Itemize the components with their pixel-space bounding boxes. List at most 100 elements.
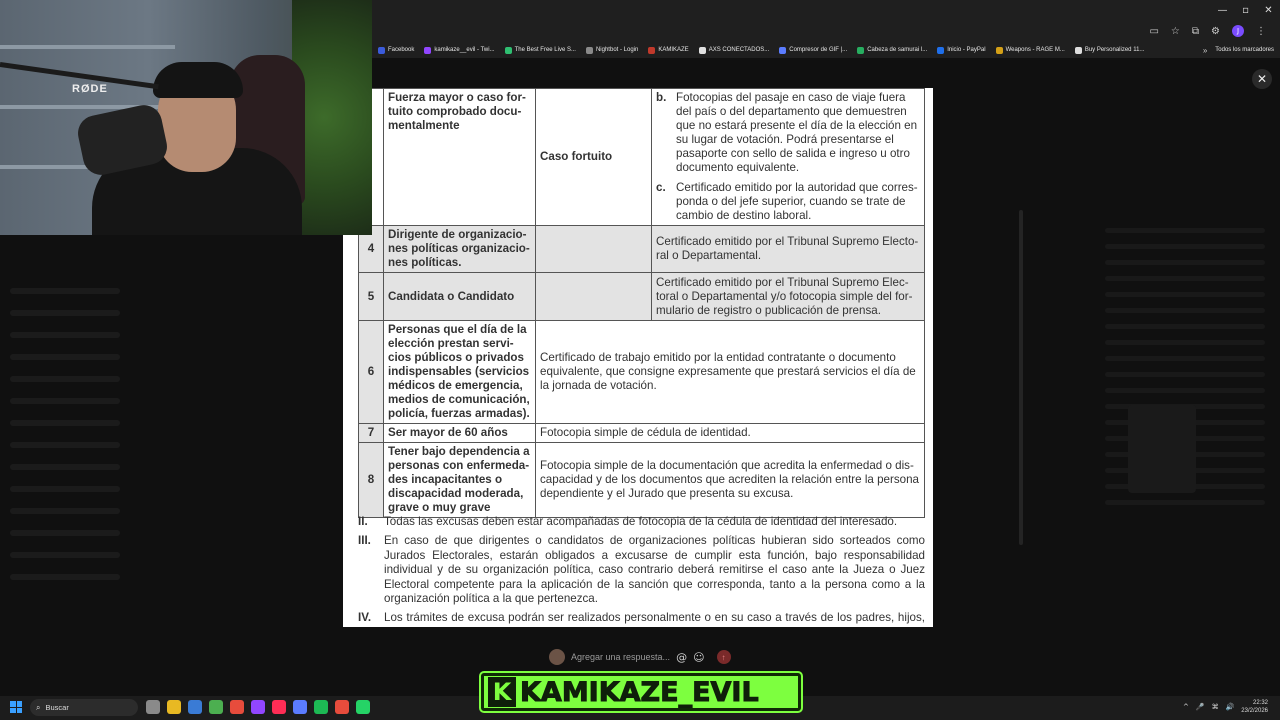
row-condition: Ser mayor de 60 años [383,423,536,443]
all-bookmarks-button[interactable]: Todos los marcadores [1215,47,1274,53]
row-condition: Fuerza mayor o caso for­tuito comprobado… [383,88,536,226]
overlay-logo-badge: K [488,677,516,707]
bookmark-item[interactable]: kamikaze__evil - Twi... [424,46,495,54]
microphone-icon[interactable]: 🎤 [1196,703,1205,711]
row-condition: Personas que el día de la elección prest… [383,320,536,424]
row-type: Caso fortuito [535,88,652,226]
volume-icon[interactable]: 🔊 [1226,703,1235,711]
list-item: b. Fotocopias del pasaje en caso de viaje… [656,91,918,174]
reply-input[interactable]: Agregar una respuesta... [571,652,670,662]
bookmark-favicon-icon [1074,46,1082,54]
toolbar-icons: ▭ ☆ ⧉ ⚙ J ⋮ [1149,25,1266,37]
row-requirement: b. Fotocopias del pasaje en caso de viaje… [651,88,925,226]
bookmark-item[interactable]: Nightbot - Login [585,46,638,54]
tray-chevron-icon[interactable]: ^ [1183,703,1189,711]
clock-time: 22:32 [1252,700,1268,706]
cast-icon[interactable]: ▭ [1149,26,1158,37]
avatar [549,649,565,665]
bookmark-item[interactable]: The Best Free Live S... [504,46,576,54]
bookmark-item[interactable]: AXS CONECTADOS... [698,46,769,54]
clock[interactable]: 22:32 23/2/2026 [1241,699,1268,715]
emoji-icon[interactable]: ☺ [693,651,704,664]
list-item: c. Certificado emitido por la autoridad q… [656,181,918,222]
taskbar-app-icon[interactable] [146,700,160,714]
minimize-button[interactable]: — [1211,0,1234,20]
pinned-apps [146,700,370,714]
table-row: 7 Ser mayor de 60 años Fotocopia simple … [358,423,925,443]
note-item: II. Todas las excusas deben estar acompañ… [358,515,898,528]
row-condition: Candidata o Candidato [383,272,536,321]
notes-list: II. Todas las excusas deben estar acompañ… [358,515,925,627]
table-row: 4 Dirigente de organizacio­nes políticas… [358,225,925,273]
bookmark-favicon-icon [378,46,385,54]
window-controls: — ▫ ✕ [1211,0,1280,20]
row-number: 6 [358,320,384,424]
extensions-icon[interactable]: ⧉ [1192,26,1199,37]
bookmarks-more-button[interactable]: » [1203,46,1207,55]
bookmark-favicon-icon [779,46,787,54]
send-icon[interactable]: ↑ [716,650,731,664]
taskbar-search[interactable]: ⌕ Buscar [30,699,138,716]
row-type [535,272,652,321]
row-requirement: Fotocopia simple de cédula de identidad. [535,423,925,443]
table-row: 8 Tener bajo dependencia a personas con … [358,442,925,518]
row-condition: Tener bajo dependencia a personas con en… [383,442,536,518]
document-image: Fuerza mayor o caso for­tuito comprobado… [343,88,933,627]
row-requirement: Fotocopia simple de la documentación que… [535,442,925,518]
taskbar-app-icon[interactable] [356,700,370,714]
scrollbar[interactable] [1019,210,1023,545]
bookmark-item[interactable]: Inicio - PayPal [937,46,986,54]
network-icon[interactable]: ⌘ [1212,703,1219,711]
mic-brand-label: RØDE [72,83,108,95]
menu-icon[interactable]: ⋮ [1256,26,1266,37]
webcam-overlay: RØDE [0,0,372,235]
bookmarks-bar: Facebook kamikaze__evil - Twi... The Best … [372,42,1280,58]
row-number: 5 [358,272,384,321]
system-tray: ^ 🎤 ⌘ 🔊 22:32 23/2/2026 [1183,699,1268,715]
reply-bar: Agregar una respuesta... @ ☺ ↑ [549,648,734,666]
row-type [535,225,652,273]
dimmed-sidebar [10,288,120,596]
taskbar-app-icon[interactable] [251,700,265,714]
bookmark-item[interactable]: Weapons - RAGE M... [995,46,1065,54]
bookmark-favicon-icon [995,46,1003,54]
row-number: 7 [358,423,384,443]
clock-date: 23/2/2026 [1241,708,1268,714]
taskbar-app-icon[interactable] [293,700,307,714]
excuses-table: Fuerza mayor o caso for­tuito comprobado… [358,88,925,518]
taskbar-app-icon[interactable] [314,700,328,714]
table-row: 5 Candidata o Candidato Certificado emit… [358,272,925,321]
bookmark-item[interactable]: KAMIKAZE [648,46,689,54]
screen: — ▫ ✕ ▭ ☆ ⧉ ⚙ J ⋮ Facebook kamikaze__evil… [0,0,1280,720]
puzzle-icon[interactable]: ⚙ [1211,26,1220,37]
maximize-button[interactable]: ▫ [1234,0,1257,20]
dimmed-thumbnail [1128,405,1196,493]
taskbar-app-icon[interactable] [230,700,244,714]
overlay-name: KAMIKAZE_EVIL [520,676,760,708]
table-row: 6 Personas que el día de la elección pre… [358,320,925,424]
table-row: Fuerza mayor o caso for­tuito comprobado… [358,88,925,226]
star-icon[interactable]: ☆ [1171,26,1180,37]
close-window-button[interactable]: ✕ [1257,0,1280,20]
bookmark-favicon-icon [504,46,512,54]
row-condition: Dirigente de organizacio­nes políticas o… [383,225,536,273]
taskbar-app-icon[interactable] [167,700,181,714]
mention-icon[interactable]: @ [676,651,687,664]
row-requirement: Certificado de trabajo emitido por la en… [535,320,925,424]
bookmark-item[interactable]: Buy Personalized 11... [1074,46,1144,54]
close-icon[interactable]: ✕ [1252,69,1272,89]
taskbar-app-icon[interactable] [188,700,202,714]
taskbar-app-icon[interactable] [272,700,286,714]
bookmark-item[interactable]: Cabeza de samurai l... [857,46,927,54]
note-item: IV. Los trámites de excusa podrán ser rea… [358,611,925,627]
profile-avatar-icon[interactable]: J [1232,25,1244,37]
search-icon: ⌕ [36,702,41,712]
bookmark-item[interactable]: Compresor de GIF |... [779,46,847,54]
taskbar-app-icon[interactable] [209,700,223,714]
windows-start-icon[interactable] [10,701,22,713]
bookmark-favicon-icon [424,46,432,54]
bookmark-item[interactable]: Facebook [378,46,414,54]
taskbar-app-icon[interactable] [335,700,349,714]
bookmark-favicon-icon [585,46,593,54]
note-item: III. En caso de que dirigentes o candidat… [358,534,925,606]
